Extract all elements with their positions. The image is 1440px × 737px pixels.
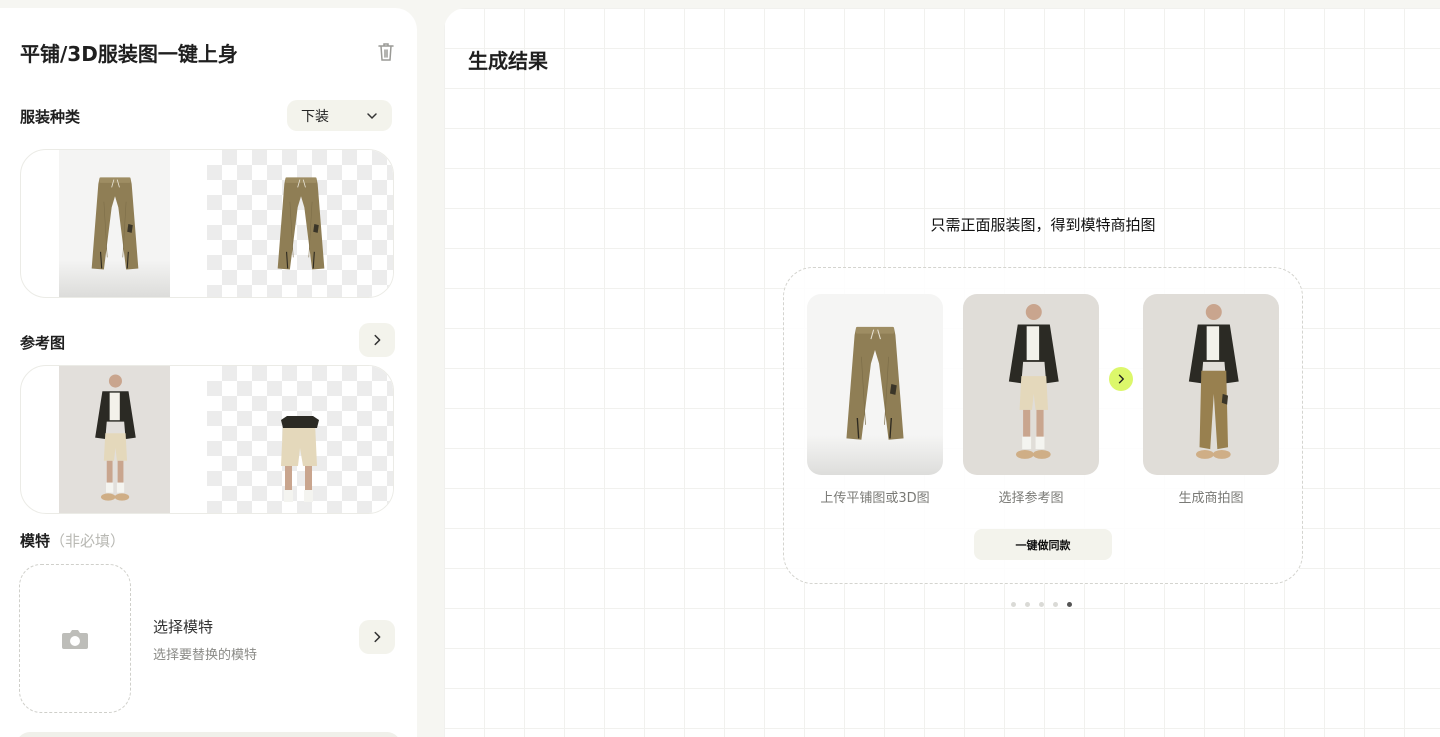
demo-result-image [1143, 294, 1279, 475]
model-label: 模特（非必填） [20, 532, 126, 550]
clothing-type-label: 服装种类 [20, 108, 81, 126]
demo-step-caption: 生成商拍图 [1178, 491, 1244, 506]
demo-step-caption: 选择参考图 [998, 491, 1064, 506]
bottom-action-bar[interactable] [16, 732, 401, 737]
chevron-right-icon [370, 630, 384, 644]
pager-dot[interactable] [1025, 602, 1030, 607]
garment-cutout-image [207, 150, 393, 297]
model-upload-box[interactable] [19, 564, 131, 713]
make-same-button[interactable]: 一键做同款 [974, 529, 1112, 560]
select-model-subtitle: 选择要替换的模特 [153, 648, 258, 663]
demo-garment-image [807, 294, 943, 475]
reference-image-card[interactable] [20, 365, 394, 514]
demo-step-upload: 上传平铺图或3D图 [807, 294, 943, 506]
demo-step-reference: 选择参考图 [963, 294, 1099, 506]
chevron-right-icon [370, 333, 384, 347]
left-panel: 平铺/3D服装图一键上身 服装种类 下装 参考图 模特（非必填） 选择模特 选择… [0, 8, 417, 737]
demo-step-generate: 生成商拍图 [1143, 294, 1279, 506]
result-title: 生成结果 [468, 49, 548, 73]
demo-reference-image [963, 294, 1099, 475]
optional-hint: （非必填） [50, 532, 126, 550]
reference-more-button[interactable] [359, 323, 395, 357]
select-model-title: 选择模特 [153, 618, 214, 636]
pager-dot-active[interactable] [1067, 602, 1072, 607]
chevron-right-icon [1109, 367, 1133, 391]
reference-original-image [59, 366, 170, 513]
pager-dot[interactable] [1039, 602, 1044, 607]
demo-step-caption: 上传平铺图或3D图 [820, 491, 930, 506]
chevron-down-icon [366, 110, 378, 122]
camera-icon [61, 627, 89, 651]
clothing-type-value: 下装 [301, 108, 329, 125]
demo-card: 上传平铺图或3D图 选择参考图 生成商拍图 一键做同款 [783, 267, 1303, 584]
carousel-pager [1011, 602, 1072, 607]
pager-dot[interactable] [1011, 602, 1016, 607]
trash-icon[interactable] [376, 41, 396, 63]
result-panel: 生成结果 只需正面服装图，得到模特商拍图 上传平铺图或3D图 选择参考图 生成商… [444, 8, 1440, 737]
garment-original-image [59, 150, 170, 297]
pager-dot[interactable] [1053, 602, 1058, 607]
clothing-type-select[interactable]: 下装 [287, 100, 392, 131]
garment-image-card[interactable] [20, 149, 394, 298]
reference-label: 参考图 [20, 334, 66, 352]
tagline: 只需正面服装图，得到模特商拍图 [930, 216, 1156, 234]
reference-cutout-image [207, 366, 393, 513]
panel-title: 平铺/3D服装图一键上身 [20, 42, 238, 66]
select-model-button[interactable] [359, 620, 395, 654]
